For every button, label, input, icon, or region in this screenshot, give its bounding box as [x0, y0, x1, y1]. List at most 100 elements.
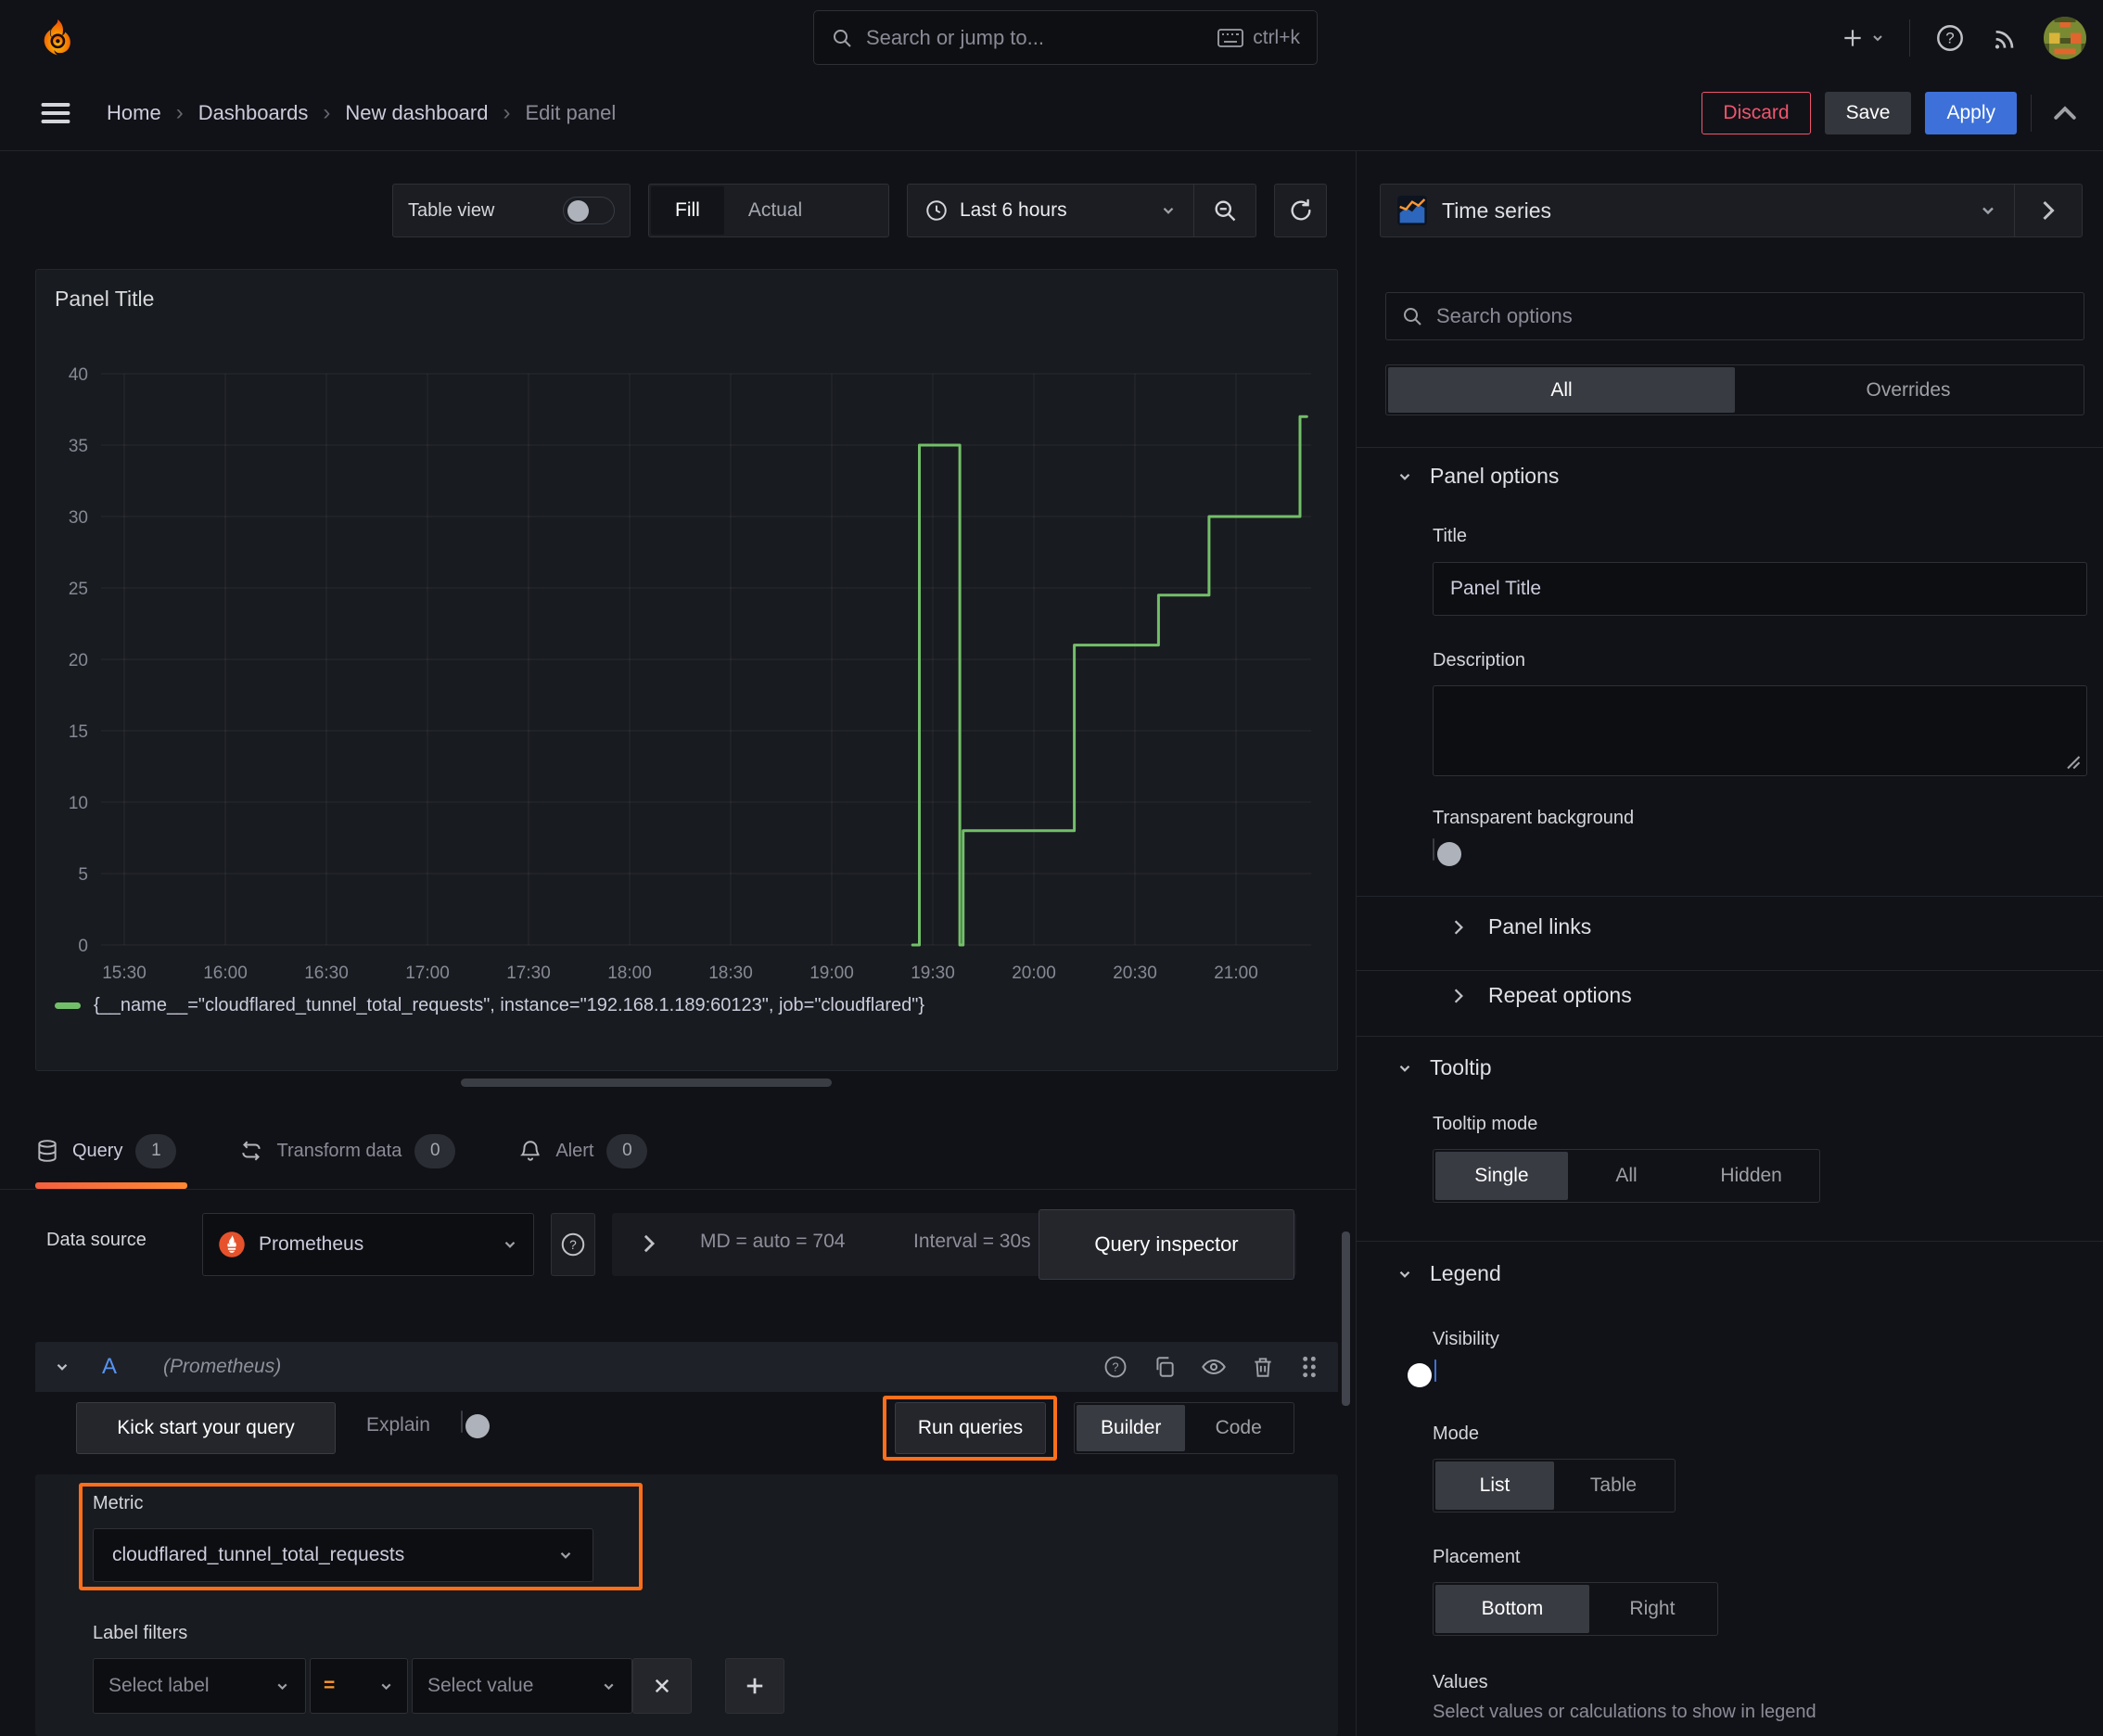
tab-query[interactable]: Query 1: [35, 1113, 208, 1189]
legend-list-option[interactable]: List: [1435, 1462, 1554, 1510]
tooltip-hidden-option[interactable]: Hidden: [1685, 1152, 1817, 1200]
new-menu-button[interactable]: [1841, 26, 1885, 50]
operator-dropdown[interactable]: =: [310, 1658, 408, 1714]
metric-value: cloudflared_tunnel_total_requests: [112, 1544, 405, 1565]
datasource-name: Prometheus: [259, 1233, 364, 1255]
placement-bottom-option[interactable]: Bottom: [1435, 1585, 1589, 1633]
zoom-out-button[interactable]: [1194, 185, 1255, 236]
svg-text:30: 30: [69, 508, 88, 528]
legend-section-header[interactable]: Legend: [1396, 1261, 1501, 1286]
description-textarea[interactable]: [1433, 685, 2087, 776]
time-series-chart[interactable]: 0 5 10 15 20 25 30 35 40 15:30 16:00 16:30 17:00 17:3…: [36, 270, 1339, 993]
news-rss-button[interactable]: [1990, 23, 2020, 53]
options-expand-chevron[interactable]: [640, 1233, 658, 1254]
tab-overrides[interactable]: Overrides: [1735, 367, 2082, 413]
menu-toggle-button[interactable]: [39, 99, 72, 127]
select-value-dropdown[interactable]: Select value: [412, 1658, 632, 1714]
actual-option[interactable]: Actual: [724, 186, 826, 235]
query-inspector-button[interactable]: Query inspector: [1039, 1209, 1294, 1280]
repeat-options-section[interactable]: Repeat options: [1451, 983, 1632, 1008]
panel-resize-handle[interactable]: [461, 1079, 832, 1087]
metric-select[interactable]: cloudflared_tunnel_total_requests: [93, 1528, 593, 1582]
breadcrumb-dashboards[interactable]: Dashboards: [198, 101, 309, 125]
svg-text:?: ?: [1945, 29, 1954, 46]
panel-options-sidebar: Time series Search options All Overrides…: [1356, 151, 2103, 1736]
toggle-viz-picker-button[interactable]: [2015, 185, 2082, 236]
svg-text:16:00: 16:00: [203, 964, 248, 983]
save-button[interactable]: Save: [1824, 92, 1912, 134]
tab-alert[interactable]: Alert 0: [518, 1113, 679, 1189]
title-label: Title: [1433, 526, 1468, 546]
query-toolbar-row: Kick start your query Explain Run querie…: [35, 1396, 1338, 1461]
collapse-header-button[interactable]: [2046, 105, 2084, 121]
search-options-input[interactable]: Search options: [1385, 292, 2084, 340]
tab-transform-data[interactable]: Transform data 0: [239, 1113, 487, 1189]
tooltip-single-option[interactable]: Single: [1435, 1152, 1568, 1200]
visualization-select[interactable]: Time series: [1381, 185, 2014, 236]
svg-text:17:30: 17:30: [506, 964, 551, 983]
bell-icon: [518, 1139, 542, 1163]
apply-button[interactable]: Apply: [1925, 92, 2017, 134]
query-row-header[interactable]: A (Prometheus) ?: [35, 1342, 1338, 1392]
legend-visibility-toggle[interactable]: [1408, 1359, 1436, 1387]
remove-filter-button[interactable]: [632, 1658, 692, 1714]
svg-text:?: ?: [1112, 1360, 1118, 1374]
time-range-picker[interactable]: Last 6 hours: [908, 185, 1193, 236]
delete-query-icon[interactable]: [1251, 1355, 1275, 1379]
breadcrumb-home[interactable]: Home: [107, 101, 161, 125]
placement-right-option[interactable]: Right: [1589, 1585, 1715, 1633]
query-help-icon[interactable]: ?: [1102, 1354, 1128, 1380]
kick-start-query-button[interactable]: Kick start your query: [76, 1402, 336, 1454]
chevron-down-icon: [1163, 207, 1174, 214]
svg-text:16:30: 16:30: [304, 964, 349, 983]
top-bar: Search or jump to... ctrl+k ? Home › Das…: [0, 0, 2103, 151]
datasource-help-button[interactable]: ?: [551, 1213, 595, 1276]
series-label: {__name__="cloudflared_tunnel_total_requ…: [94, 995, 925, 1015]
explain-toggle[interactable]: [461, 1410, 490, 1438]
tab-all[interactable]: All: [1388, 367, 1735, 413]
visualization-name: Time series: [1442, 198, 1551, 223]
duplicate-query-icon[interactable]: [1153, 1355, 1177, 1379]
legend-mode-label: Mode: [1433, 1423, 1480, 1444]
search-options-placeholder: Search options: [1436, 304, 1573, 327]
tooltip-all-option[interactable]: All: [1568, 1152, 1685, 1200]
panel-options-section-header[interactable]: Panel options: [1396, 464, 1559, 489]
database-icon: [35, 1139, 59, 1163]
svg-text:20: 20: [69, 651, 88, 670]
run-queries-button[interactable]: Run queries: [895, 1402, 1046, 1454]
legend-placement-label: Placement: [1433, 1547, 1521, 1567]
chevron-down-icon: [1399, 473, 1410, 480]
chevron-down-icon: [504, 1241, 516, 1248]
toggle-visibility-icon[interactable]: [1201, 1354, 1227, 1380]
code-option[interactable]: Code: [1185, 1405, 1292, 1451]
breadcrumb-new-dashboard[interactable]: New dashboard: [345, 101, 488, 125]
panel-links-section[interactable]: Panel links: [1451, 914, 1591, 939]
label-filters-label: Label filters: [93, 1623, 188, 1643]
table-view-toggle[interactable]: [563, 197, 615, 224]
svg-text:15:30: 15:30: [102, 964, 147, 983]
builder-option[interactable]: Builder: [1077, 1405, 1186, 1451]
global-search-input[interactable]: Search or jump to... ctrl+k: [813, 10, 1318, 65]
select-label-dropdown[interactable]: Select label: [93, 1658, 306, 1714]
tooltip-section-header[interactable]: Tooltip: [1396, 1055, 1491, 1080]
add-filter-button[interactable]: [725, 1658, 784, 1714]
legend-table-option[interactable]: Table: [1554, 1462, 1673, 1510]
chart-legend[interactable]: {__name__="cloudflared_tunnel_total_requ…: [55, 995, 924, 1016]
grafana-logo-icon[interactable]: [37, 17, 78, 59]
discard-button[interactable]: Discard: [1702, 92, 1811, 134]
svg-text:40: 40: [69, 365, 88, 385]
user-avatar[interactable]: [2044, 16, 2086, 59]
collapse-query-chevron[interactable]: [54, 1359, 70, 1375]
description-label: Description: [1433, 650, 1526, 670]
datasource-label: Data source: [46, 1230, 147, 1250]
panel-title-input[interactable]: [1433, 562, 2087, 616]
help-button[interactable]: ?: [1934, 22, 1966, 54]
svg-text:?: ?: [569, 1238, 577, 1252]
transparent-background-toggle[interactable]: [1433, 838, 1461, 866]
svg-text:21:00: 21:00: [1214, 964, 1258, 983]
table-view-control: Table view: [392, 184, 631, 237]
refresh-button[interactable]: [1274, 184, 1327, 237]
drag-query-handle[interactable]: [1299, 1355, 1319, 1379]
fill-option[interactable]: Fill: [651, 186, 724, 235]
datasource-picker[interactable]: Prometheus: [202, 1213, 534, 1276]
